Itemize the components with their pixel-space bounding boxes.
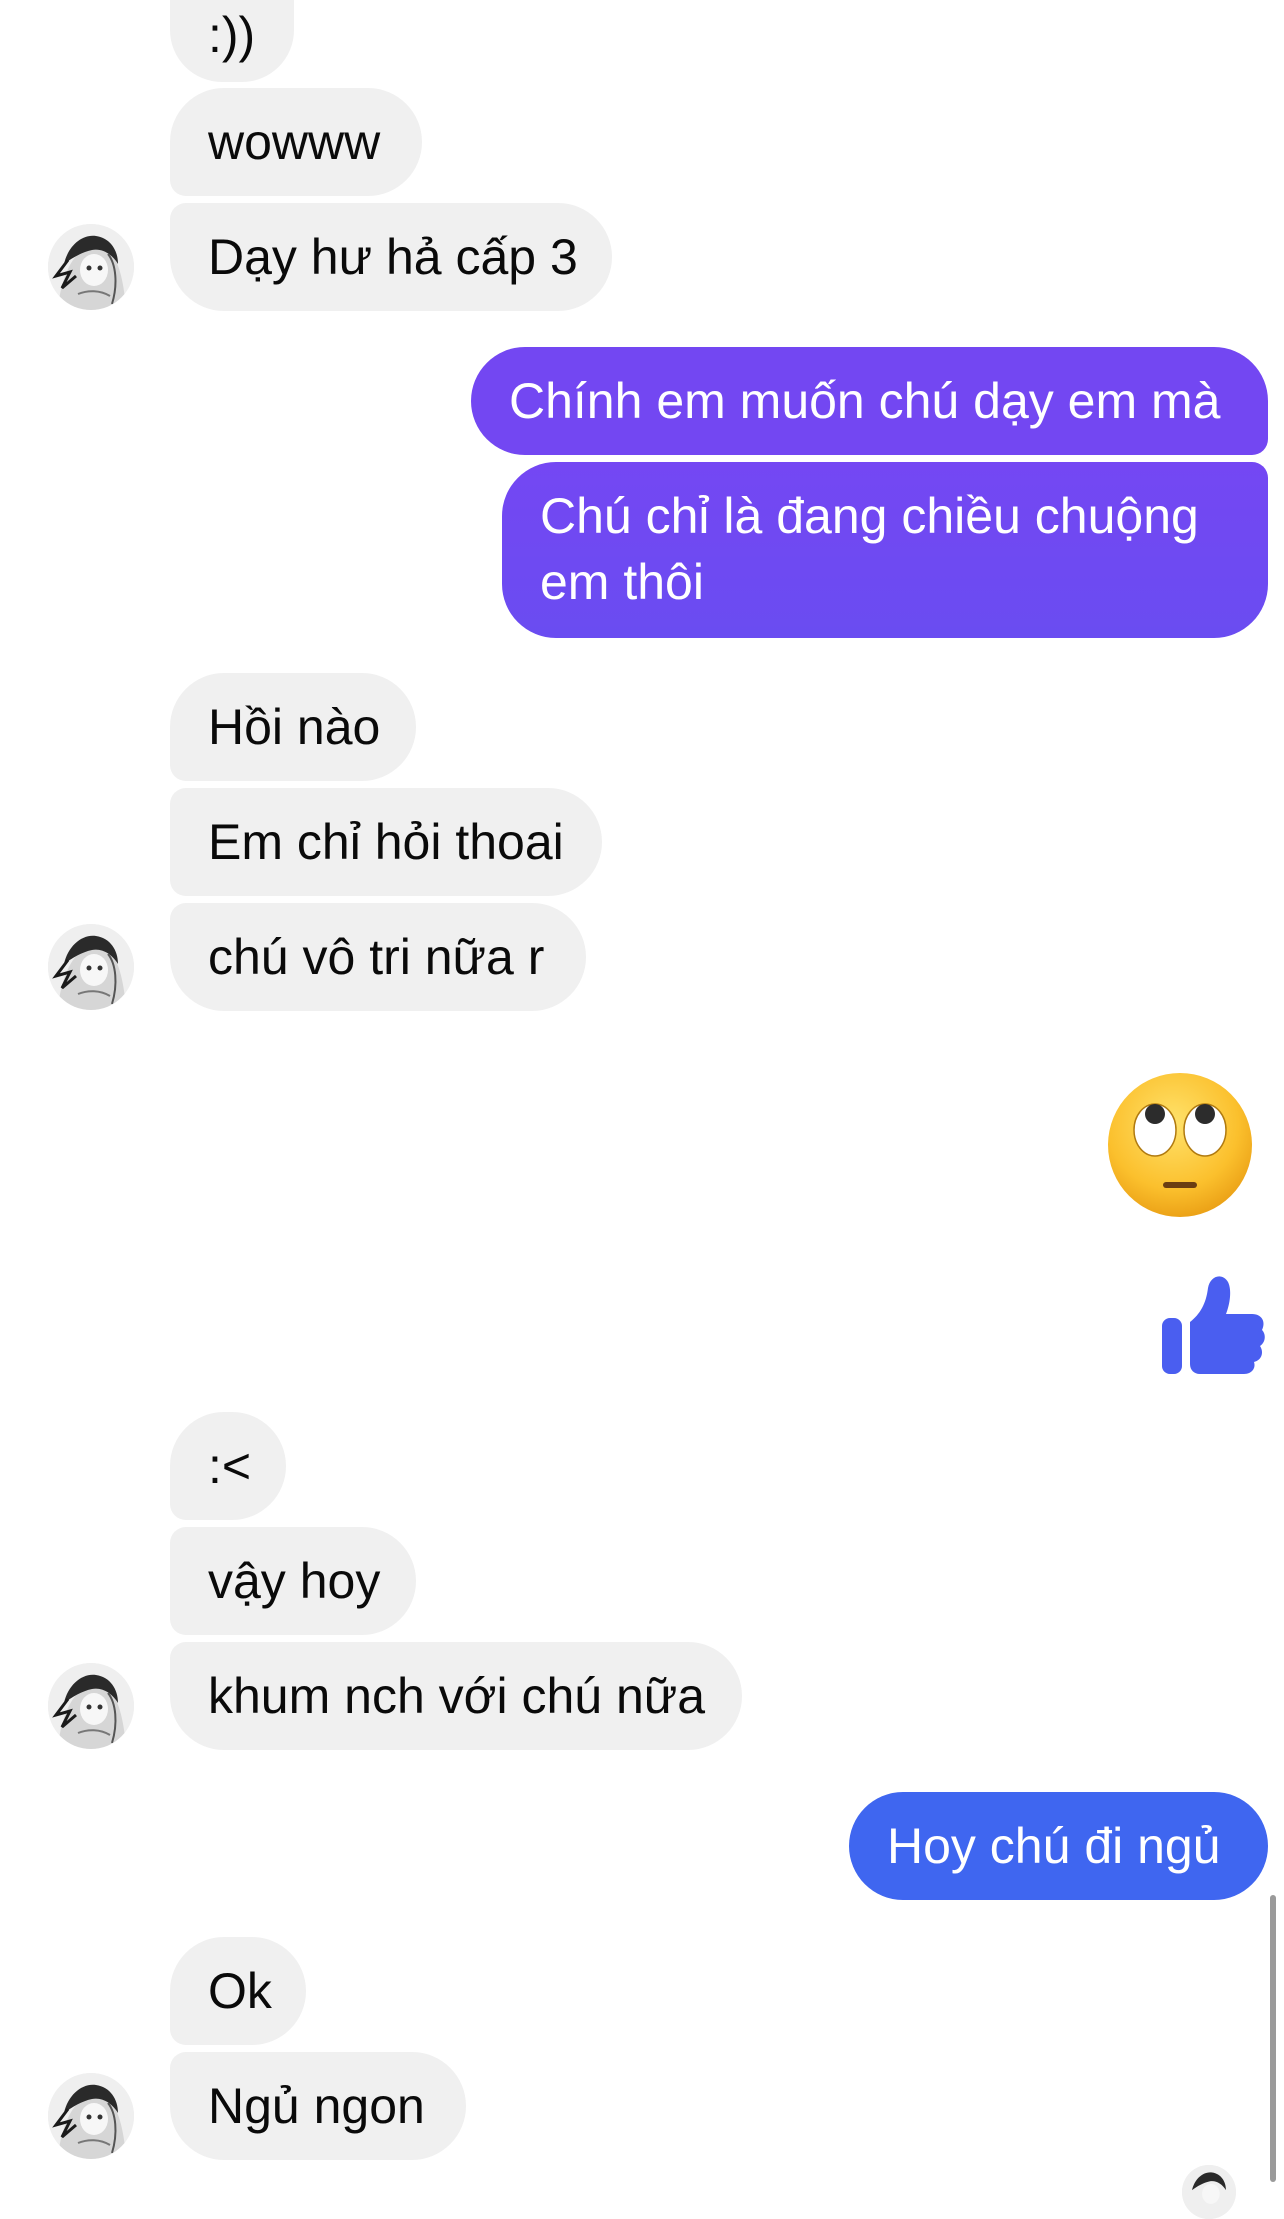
- incoming-message[interactable]: khum nch với chú nữa: [170, 1642, 742, 1750]
- face-with-rolling-eyes-icon: [1108, 1073, 1252, 1217]
- incoming-message[interactable]: Ngủ ngon: [170, 2052, 466, 2160]
- outgoing-message[interactable]: Chính em muốn chú dạy em mà: [471, 347, 1268, 455]
- message-text: Ok: [208, 1963, 272, 2019]
- outgoing-message[interactable]: Chú chỉ là đang chiều chuộng em thôi: [502, 462, 1268, 638]
- incoming-message[interactable]: Hồi nào: [170, 673, 416, 781]
- message-text: chú vô tri nữa r: [208, 929, 545, 985]
- message-text: Hồi nào: [208, 699, 381, 755]
- avatar-image: [48, 1663, 134, 1749]
- message-text-line: em thôi: [540, 554, 704, 610]
- message-text: Chính em muốn chú dạy em mà: [509, 373, 1221, 429]
- message-text: khum nch với chú nữa: [208, 1668, 706, 1724]
- avatar[interactable]: [48, 924, 134, 1010]
- incoming-message[interactable]: Ok: [170, 1937, 306, 2045]
- message-text: Em chỉ hỏi thoai: [208, 814, 564, 870]
- incoming-message[interactable]: vậy hoy: [170, 1527, 416, 1635]
- thumbs-up-icon[interactable]: [1160, 1270, 1266, 1376]
- read-receipt-avatar: [1182, 2165, 1236, 2219]
- avatar-image: [48, 924, 134, 1010]
- scrollbar[interactable]: [1270, 1895, 1276, 2182]
- avatar-image: [1182, 2165, 1236, 2219]
- message-text-line: Chú chỉ là đang chiều chuộng: [540, 488, 1199, 544]
- message-text: :<: [208, 1438, 252, 1494]
- message-text: wowww: [208, 114, 381, 170]
- avatar-image: [48, 224, 134, 310]
- avatar[interactable]: [48, 2073, 134, 2159]
- incoming-message[interactable]: :)): [170, 0, 294, 82]
- message-text: Dạy hư hả cấp 3: [208, 229, 578, 285]
- message-text: Ngủ ngon: [208, 2078, 425, 2134]
- incoming-message[interactable]: chú vô tri nữa r: [170, 903, 586, 1011]
- outgoing-message[interactable]: Hoy chú đi ngủ: [849, 1792, 1268, 1900]
- avatar[interactable]: [48, 224, 134, 310]
- avatar[interactable]: [48, 1663, 134, 1749]
- incoming-message[interactable]: :<: [170, 1412, 286, 1520]
- avatar-image: [48, 2073, 134, 2159]
- incoming-message[interactable]: Dạy hư hả cấp 3: [170, 203, 612, 311]
- message-thread: :)) wowww Dạy hư hả cấp 3 Chính em muốn …: [0, 0, 1284, 2219]
- thumbs-up-icon: [1162, 1276, 1265, 1374]
- incoming-message[interactable]: Em chỉ hỏi thoai: [170, 788, 602, 896]
- message-text: vậy hoy: [208, 1553, 381, 1609]
- incoming-message[interactable]: wowww: [170, 88, 422, 196]
- message-text: Hoy chú đi ngủ: [887, 1818, 1221, 1874]
- message-text: :)): [208, 7, 256, 63]
- face-with-rolling-eyes-icon[interactable]: [1105, 1070, 1255, 1220]
